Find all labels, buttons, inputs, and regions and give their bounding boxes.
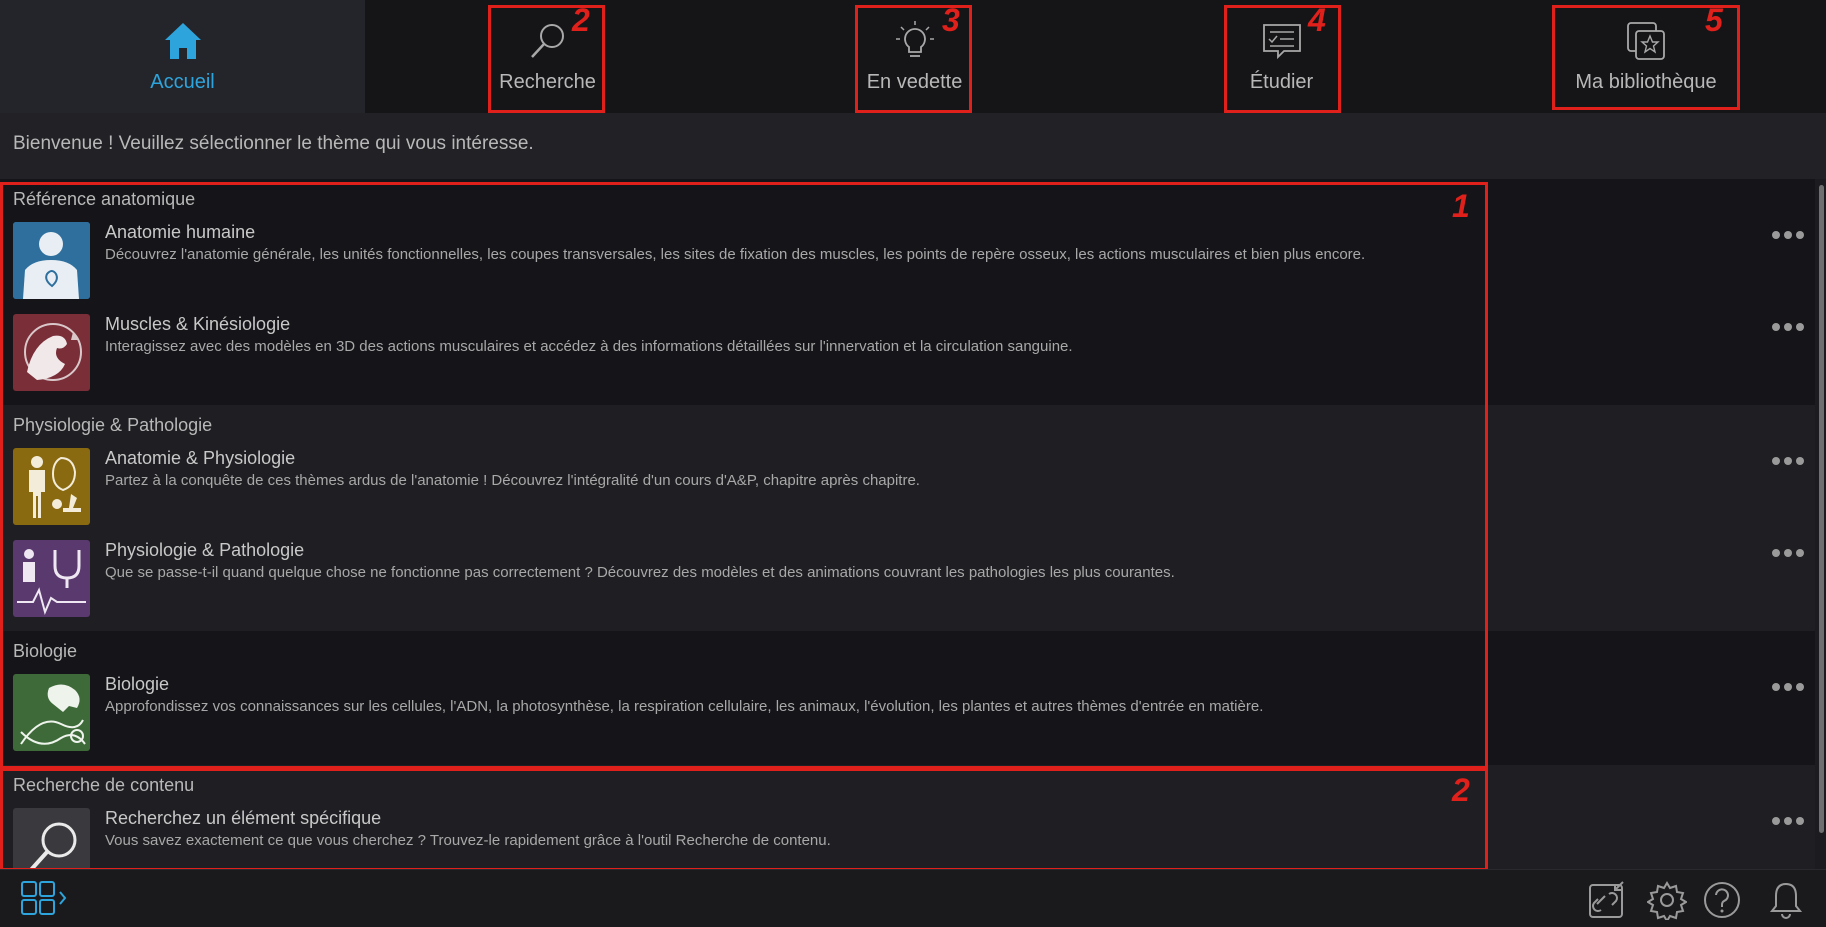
welcome-banner: Bienvenue ! Veuillez sélectionner le thè… [0,113,1826,179]
nav-label: Ma bibliothèque [1575,71,1717,93]
nav-tab-accueil[interactable]: Accueil [0,0,365,113]
section-reference-anatomique: Référence anatomique Anatomie humaine Dé… [0,179,1815,405]
list-item-anatomie-physiologie[interactable]: Anatomie & Physiologie Partez à la conqu… [0,448,1815,528]
annotation-number: 2 [572,2,590,38]
frog-dna-icon [13,674,90,751]
more-options-button[interactable] [1772,318,1810,332]
more-options-button[interactable] [1772,226,1810,240]
link-transfer-icon[interactable] [1587,880,1627,920]
stethoscope-ecg-icon [13,540,90,617]
nav-label: Étudier [1249,71,1314,93]
item-description: Interagissez avec des modèles en 3D des … [105,338,1073,355]
search-icon [530,24,564,58]
biologie-thumbnail [13,674,90,751]
more-options-button[interactable] [1772,452,1810,466]
item-description: Approfondissez vos connaissances sur les… [105,698,1264,715]
annotation-number: 3 [942,2,960,38]
list-item-physiologie-pathologie[interactable]: Physiologie & Pathologie Que se passe-t-… [0,540,1815,620]
magnifier-icon [13,808,90,869]
list-item-muscles-kinesiologie[interactable]: Muscles & Kinésiologie Interagissez avec… [0,314,1815,394]
section-recherche-de-contenu: Recherche de contenu Recherchez un éléme… [0,765,1815,869]
item-title: Anatomie & Physiologie [105,448,296,468]
welcome-text: Bienvenue ! Veuillez sélectionner le thè… [13,133,534,154]
settings-icon[interactable] [1647,880,1687,920]
item-title: Biologie [105,674,170,694]
more-options-button[interactable] [1772,812,1810,826]
anatomy-microscope-icon [13,448,90,525]
section-physiologie-pathologie: Physiologie & Pathologie Anatomie & Phys… [0,405,1815,631]
section-title: Référence anatomique [13,189,196,209]
human-torso-icon [13,222,90,299]
study-card-icon [1262,24,1301,60]
recherche-thumbnail [13,808,90,869]
flexed-arm-icon [13,314,90,391]
annotation-number: 4 [1308,2,1326,38]
home-icon [164,23,201,59]
section-biologie: Biologie Biologie Approfondissez vos con… [0,631,1815,765]
item-description: Découvrez l'anatomie générale, les unité… [105,246,1366,263]
annotation-number: 5 [1705,2,1723,38]
lightbulb-icon [895,21,934,57]
nav-label: Accueil [150,71,215,93]
item-description: Partez à la conquête de ces thèmes ardus… [105,472,920,489]
help-icon[interactable] [1702,880,1742,920]
anatomie-physiologie-thumbnail [13,448,90,525]
annotation-number: 2 [1452,772,1470,808]
nav-label: En vedette [866,71,963,93]
section-title: Recherche de contenu [13,775,195,795]
section-title: Biologie [13,641,78,661]
item-description: Que se passe-t-il quand quelque chose ne… [105,564,1175,581]
notification-bell-icon[interactable] [1766,880,1806,920]
topic-list: Référence anatomique Anatomie humaine Dé… [0,179,1815,869]
muscles-kinesiologie-thumbnail [13,314,90,391]
grid-menu-icon[interactable] [20,880,72,920]
list-item-anatomie-humaine[interactable]: Anatomie humaine Découvrez l'anatomie gé… [0,222,1815,302]
anatomie-humaine-thumbnail [13,222,90,299]
nav-label: Recherche [499,71,596,93]
annotation-number: 1 [1452,188,1470,224]
top-navigation: Accueil Recherche En vedette Étudier Ma … [0,0,1826,113]
list-item-biologie[interactable]: Biologie Approfondissez vos connaissance… [0,674,1815,754]
more-options-button[interactable] [1772,544,1810,558]
more-options-button[interactable] [1772,678,1810,692]
library-star-icon [1627,22,1665,60]
item-title: Physiologie & Pathologie [105,540,305,560]
section-title: Physiologie & Pathologie [13,415,213,435]
item-title: Anatomie humaine [105,222,256,242]
item-description: Vous savez exactement ce que vous cherch… [105,832,831,849]
item-title: Muscles & Kinésiologie [105,314,291,334]
physiologie-pathologie-thumbnail [13,540,90,617]
scrollbar-thumb[interactable] [1819,185,1824,833]
list-item-recherche-element[interactable]: Recherchez un élément spécifique Vous sa… [0,808,1815,869]
bottom-toolbar [0,869,1826,927]
item-title: Recherchez un élément spécifique [105,808,382,828]
